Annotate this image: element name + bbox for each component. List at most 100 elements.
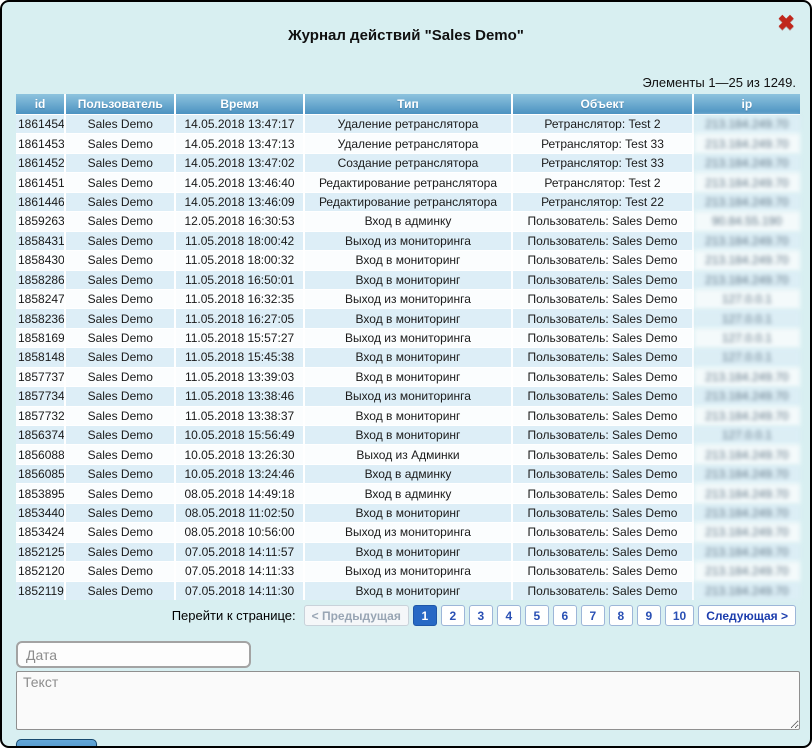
cell-time: 07.05.2018 14:11:33 xyxy=(176,562,304,581)
cell-type: Вход в админку xyxy=(305,484,514,503)
cell-time: 07.05.2018 14:11:57 xyxy=(176,543,304,562)
cell-id: 1861452 xyxy=(16,154,66,173)
cell-user: Sales Demo xyxy=(66,582,176,601)
cell-id: 1853440 xyxy=(16,504,66,523)
cell-ip: 127.0.0.1 xyxy=(694,348,800,367)
cell-ip: 127.0.0.1 xyxy=(694,309,800,328)
cell-id: 1858148 xyxy=(16,348,66,367)
cell-time: 08.05.2018 11:02:50 xyxy=(176,504,304,523)
page-button-9[interactable]: 9 xyxy=(637,605,661,626)
cell-user: Sales Demo xyxy=(66,445,176,464)
prev-page-button[interactable]: < Предыдущая xyxy=(304,605,409,626)
table-row: 1858236Sales Demo11.05.2018 16:27:05Вход… xyxy=(16,309,800,328)
cell-type: Вход в админку xyxy=(305,212,514,231)
cell-time: 11.05.2018 13:38:46 xyxy=(176,387,304,406)
page-buttons: 12345678910 xyxy=(413,605,694,626)
cell-object: Пользователь: Sales Demo xyxy=(513,465,693,484)
page-button-6[interactable]: 6 xyxy=(553,605,577,626)
cell-user: Sales Demo xyxy=(66,115,176,134)
cell-type: Вход в мониторинг xyxy=(305,309,514,328)
table-row: 1861446Sales Demo14.05.2018 13:46:09Реда… xyxy=(16,193,800,212)
cell-object: Пользователь: Sales Demo xyxy=(513,329,693,348)
date-input[interactable] xyxy=(16,641,251,668)
cell-id: 1853895 xyxy=(16,484,66,503)
table-row: 1858430Sales Demo11.05.2018 18:00:32Вход… xyxy=(16,251,800,270)
table-row: 1861454Sales Demo14.05.2018 13:47:17Удал… xyxy=(16,115,800,134)
cell-ip: 213.184.249.70 xyxy=(694,271,800,290)
page-button-2[interactable]: 2 xyxy=(441,605,465,626)
cell-user: Sales Demo xyxy=(66,426,176,445)
cell-ip: 213.184.249.70 xyxy=(694,543,800,562)
page-button-1[interactable]: 1 xyxy=(413,605,437,626)
cell-ip: 90.84.55.190 xyxy=(694,212,800,231)
table-row: 1857732Sales Demo11.05.2018 13:38:37Вход… xyxy=(16,407,800,426)
cell-object: Ретранслятор: Test 2 xyxy=(513,115,693,134)
cell-object: Пользователь: Sales Demo xyxy=(513,387,693,406)
cell-ip: 213.184.249.70 xyxy=(694,407,800,426)
next-page-button[interactable]: Следующая > xyxy=(698,605,796,626)
page-button-8[interactable]: 8 xyxy=(609,605,633,626)
cell-user: Sales Demo xyxy=(66,154,176,173)
table-row: 1857734Sales Demo11.05.2018 13:38:46Выхо… xyxy=(16,387,800,406)
cell-type: Редактирование ретранслятора xyxy=(305,193,514,212)
cell-type: Удаление ретранслятора xyxy=(305,134,514,153)
cell-time: 14.05.2018 13:47:02 xyxy=(176,154,304,173)
pagination-label: Перейти к странице: xyxy=(172,608,296,623)
cell-time: 12.05.2018 16:30:53 xyxy=(176,212,304,231)
table-row: 1858431Sales Demo11.05.2018 18:00:42Выхо… xyxy=(16,232,800,251)
table-row: 1853895Sales Demo08.05.2018 14:49:18Вход… xyxy=(16,484,800,503)
cell-user: Sales Demo xyxy=(66,212,176,231)
cell-id: 1856085 xyxy=(16,465,66,484)
cell-id: 1856374 xyxy=(16,426,66,445)
cell-time: 07.05.2018 14:11:30 xyxy=(176,582,304,601)
add-button[interactable]: Добавить xyxy=(16,739,97,748)
cell-time: 10.05.2018 13:24:46 xyxy=(176,465,304,484)
cell-object: Ретранслятор: Test 33 xyxy=(513,134,693,153)
text-input[interactable] xyxy=(16,671,800,730)
cell-time: 11.05.2018 16:27:05 xyxy=(176,309,304,328)
cell-type: Создание ретранслятора xyxy=(305,154,514,173)
page-button-10[interactable]: 10 xyxy=(665,605,694,626)
table-row: 1858247Sales Demo11.05.2018 16:32:35Выхо… xyxy=(16,290,800,309)
cell-object: Пользователь: Sales Demo xyxy=(513,368,693,387)
cell-ip: 213.184.249.70 xyxy=(694,232,800,251)
table-row: 1857737Sales Demo11.05.2018 13:39:03Вход… xyxy=(16,368,800,387)
cell-object: Ретранслятор: Test 33 xyxy=(513,154,693,173)
cell-object: Пользователь: Sales Demo xyxy=(513,484,693,503)
page-button-7[interactable]: 7 xyxy=(581,605,605,626)
cell-type: Удаление ретранслятора xyxy=(305,115,514,134)
cell-time: 11.05.2018 16:32:35 xyxy=(176,290,304,309)
cell-type: Вход в мониторинг xyxy=(305,348,514,367)
cell-id: 1852125 xyxy=(16,543,66,562)
cell-object: Пользователь: Sales Demo xyxy=(513,543,693,562)
cell-user: Sales Demo xyxy=(66,504,176,523)
cell-type: Вход в мониторинг xyxy=(305,407,514,426)
cell-type: Редактирование ретранслятора xyxy=(305,173,514,192)
cell-type: Вход в мониторинг xyxy=(305,251,514,270)
table-row: 1858148Sales Demo11.05.2018 15:45:38Вход… xyxy=(16,348,800,367)
column-header-1: Пользователь xyxy=(66,94,176,115)
cell-time: 14.05.2018 13:46:09 xyxy=(176,193,304,212)
cell-object: Пользователь: Sales Demo xyxy=(513,523,693,542)
cell-user: Sales Demo xyxy=(66,368,176,387)
cell-id: 1861453 xyxy=(16,134,66,153)
cell-time: 14.05.2018 13:47:17 xyxy=(176,115,304,134)
cell-type: Выход из мониторинга xyxy=(305,232,514,251)
table-row: 1852119Sales Demo07.05.2018 14:11:30Вход… xyxy=(16,582,800,601)
cell-object: Пользователь: Sales Demo xyxy=(513,504,693,523)
cell-user: Sales Demo xyxy=(66,232,176,251)
cell-user: Sales Demo xyxy=(66,348,176,367)
cell-object: Пользователь: Sales Demo xyxy=(513,290,693,309)
page-button-4[interactable]: 4 xyxy=(497,605,521,626)
column-header-3: Тип xyxy=(305,94,514,115)
cell-type: Вход в мониторинг xyxy=(305,426,514,445)
cell-type: Выход из Админки xyxy=(305,445,514,464)
cell-ip: 213.184.249.70 xyxy=(694,193,800,212)
column-header-0: id xyxy=(16,94,66,115)
cell-user: Sales Demo xyxy=(66,290,176,309)
close-icon[interactable]: ✖ xyxy=(777,13,795,34)
page-button-3[interactable]: 3 xyxy=(469,605,493,626)
cell-object: Ретранслятор: Test 22 xyxy=(513,193,693,212)
cell-time: 10.05.2018 13:26:30 xyxy=(176,445,304,464)
page-button-5[interactable]: 5 xyxy=(525,605,549,626)
